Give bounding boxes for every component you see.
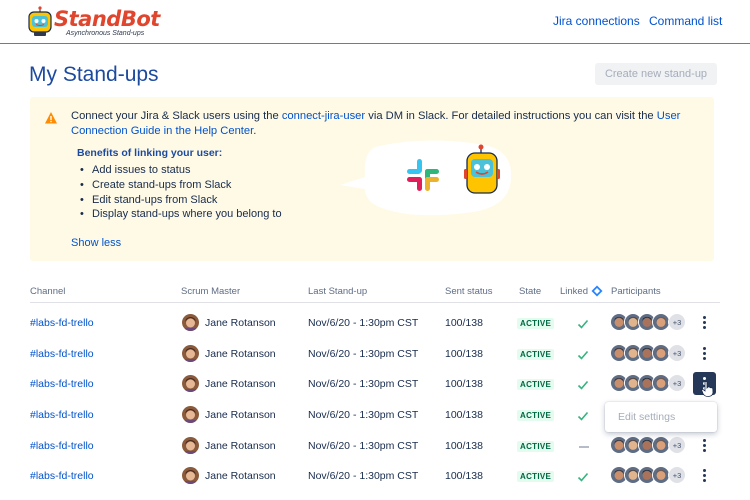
channel-link[interactable]: #labs-fd-trello <box>30 440 94 452</box>
last-standup: Nov/6/20 - 1:30pm CST <box>308 378 419 390</box>
avatar <box>182 314 199 331</box>
dash-icon <box>579 446 589 448</box>
benefits-title: Benefits of linking your user: <box>77 147 223 159</box>
table-row: #labs-fd-trello Jane Rotanson Nov/6/20 - … <box>0 369 750 400</box>
last-standup: Nov/6/20 - 1:30pm CST <box>308 348 419 360</box>
row-actions-button[interactable] <box>693 434 716 457</box>
participants-group[interactable]: +3 <box>610 466 690 486</box>
check-icon <box>577 472 589 482</box>
column-channel: Channel <box>30 286 66 297</box>
check-icon <box>577 411 589 421</box>
row-actions-button[interactable] <box>693 311 716 334</box>
linked-diamond-icon <box>591 285 603 297</box>
info-text-middle: via DM in Slack. For detailed instructio… <box>365 110 657 122</box>
participants-more-count: +3 <box>668 313 686 331</box>
participants-group[interactable]: +3 <box>610 374 690 394</box>
nav-jira-connections[interactable]: Jira connections <box>553 14 640 28</box>
benefit-item: Add issues to status <box>80 163 282 178</box>
sent-status: 100/138 <box>445 440 483 452</box>
table-row: #labs-fd-trello Jane Rotanson Nov/6/20 - … <box>0 461 750 492</box>
info-panel: Connect your Jira & Slack users using th… <box>30 97 714 261</box>
top-bar: StandBot Asynchronous Stand-ups Jira con… <box>0 0 750 44</box>
create-standup-button[interactable]: Create new stand-up <box>595 63 717 85</box>
nav-command-list[interactable]: Command list <box>649 14 722 28</box>
slack-standbot-illustration <box>340 140 512 216</box>
state-badge: ACTIVE <box>517 471 555 482</box>
info-text: Connect your Jira & Slack users using th… <box>71 109 691 138</box>
sent-status: 100/138 <box>445 470 483 482</box>
logo-subtitle: Asynchronous Stand-ups <box>66 30 145 37</box>
info-text-prefix: Connect your Jira & Slack users using th… <box>71 110 282 122</box>
row-actions-button[interactable] <box>693 342 716 365</box>
sent-status: 100/138 <box>445 317 483 329</box>
participants-more-count: +3 <box>668 374 686 392</box>
column-sent-status: Sent status <box>445 286 493 297</box>
last-standup: Nov/6/20 - 1:30pm CST <box>308 440 419 452</box>
avatar <box>182 437 199 454</box>
edit-settings-item[interactable]: Edit settings <box>618 411 675 423</box>
check-icon <box>577 350 589 360</box>
state-badge: ACTIVE <box>517 379 555 390</box>
connect-command: connect-jira-user <box>281 110 366 122</box>
scrum-master-name: Jane Rotanson <box>205 378 276 390</box>
column-linked: Linked <box>560 286 588 297</box>
sent-status: 100/138 <box>445 409 483 421</box>
state-badge: ACTIVE <box>517 349 555 360</box>
participants-more-count: +3 <box>668 344 686 362</box>
avatar <box>182 467 199 484</box>
participants-group[interactable]: +3 <box>610 436 690 456</box>
scrum-master-name: Jane Rotanson <box>205 409 276 421</box>
avatar <box>182 375 199 392</box>
state-badge: ACTIVE <box>517 441 555 452</box>
benefit-item: Create stand-ups from Slack <box>80 178 282 193</box>
state-badge: ACTIVE <box>517 410 555 421</box>
state-badge: ACTIVE <box>517 318 555 329</box>
column-last-standup: Last Stand-up <box>308 286 368 297</box>
sent-status: 100/138 <box>445 378 483 390</box>
row-actions-dropdown: Edit settings <box>605 402 717 432</box>
scrum-master-name: Jane Rotanson <box>205 348 276 360</box>
warning-icon <box>45 112 57 124</box>
scrum-master-name: Jane Rotanson <box>205 317 276 329</box>
scrum-master-name: Jane Rotanson <box>205 440 276 452</box>
table-divider <box>30 302 720 303</box>
column-scrum-master: Scrum Master <box>181 286 241 297</box>
table-row: #labs-fd-trello Jane Rotanson Nov/6/20 - … <box>0 339 750 370</box>
avatar <box>182 345 199 362</box>
channel-link[interactable]: #labs-fd-trello <box>30 470 94 482</box>
channel-link[interactable]: #labs-fd-trello <box>30 378 94 390</box>
table-row: #labs-fd-trello Jane Rotanson Nov/6/20 - … <box>0 431 750 462</box>
hand-cursor-icon <box>701 381 714 397</box>
sent-status: 100/138 <box>445 348 483 360</box>
logo-title: StandBot <box>54 7 160 31</box>
show-less-link[interactable]: Show less <box>71 237 121 249</box>
benefits-list: Add issues to status Create stand-ups fr… <box>80 163 282 222</box>
scrum-master-name: Jane Rotanson <box>205 470 276 482</box>
page-title: My Stand-ups <box>29 63 159 86</box>
check-icon <box>577 380 589 390</box>
last-standup: Nov/6/20 - 1:30pm CST <box>308 470 419 482</box>
row-actions-button[interactable] <box>693 464 716 487</box>
participants-more-count: +3 <box>668 436 686 454</box>
last-standup: Nov/6/20 - 1:30pm CST <box>308 317 419 329</box>
channel-link[interactable]: #labs-fd-trello <box>30 317 94 329</box>
table-row: #labs-fd-trello Jane Rotanson Nov/6/20 - … <box>0 308 750 339</box>
participants-group[interactable]: +3 <box>610 313 690 333</box>
info-text-suffix: . <box>253 124 257 137</box>
benefit-item: Edit stand-ups from Slack <box>80 193 282 208</box>
channel-link[interactable]: #labs-fd-trello <box>30 409 94 421</box>
benefit-item: Display stand-ups where you belong to <box>80 207 282 222</box>
last-standup: Nov/6/20 - 1:30pm CST <box>308 409 419 421</box>
participants-group[interactable]: +3 <box>610 344 690 364</box>
column-participants: Participants <box>611 286 661 297</box>
participants-more-count: +3 <box>668 466 686 484</box>
avatar <box>182 406 199 423</box>
check-icon <box>577 319 589 329</box>
column-state: State <box>519 286 542 297</box>
channel-link[interactable]: #labs-fd-trello <box>30 348 94 360</box>
